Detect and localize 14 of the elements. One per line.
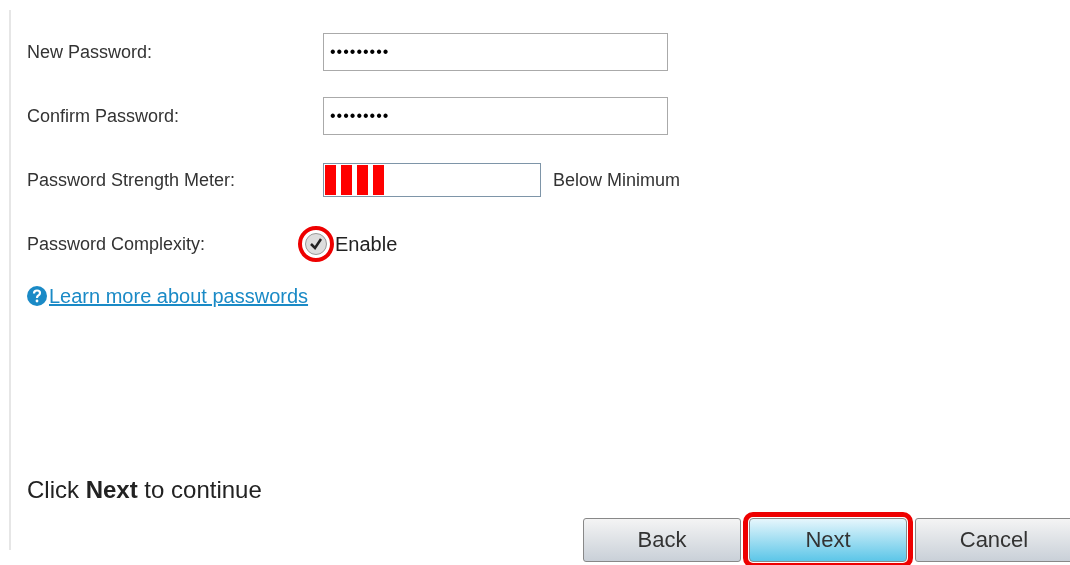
field-label: Password Strength Meter: (27, 169, 236, 191)
field-label: New Password: (27, 41, 153, 63)
strength-reading: Below Minimum (553, 169, 681, 191)
back-button[interactable]: Back (583, 518, 741, 562)
cancel-button[interactable]: Cancel (915, 518, 1070, 562)
field-label: Password Complexity: (27, 233, 206, 255)
field-label: Confirm Password: (27, 105, 180, 127)
check-icon (309, 237, 323, 251)
checkbox-label: Enable (335, 232, 398, 256)
help-icon (27, 286, 47, 306)
password-field[interactable]: ••••••••• (323, 97, 668, 135)
password-field[interactable]: ••••••••• (323, 33, 668, 71)
help-link[interactable]: Learn more about passwords (49, 284, 309, 308)
instruction-text: Click Next to continue (27, 476, 263, 504)
